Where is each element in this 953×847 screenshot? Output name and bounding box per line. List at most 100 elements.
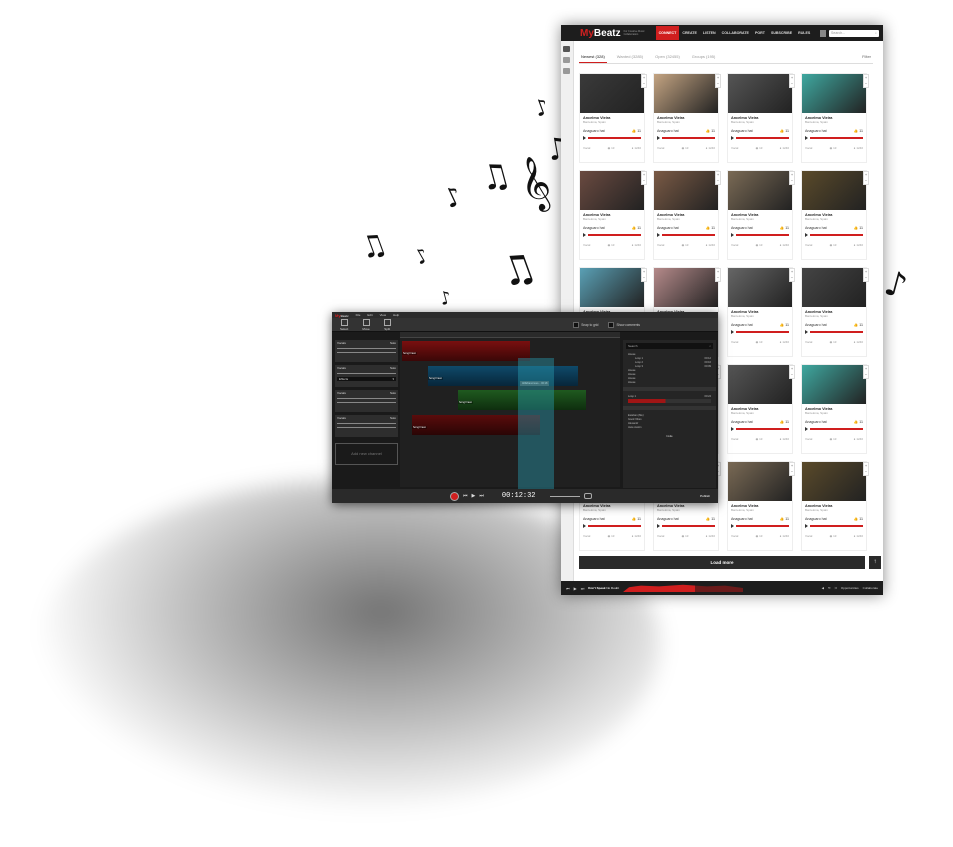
card-progress-bar[interactable] [731, 136, 789, 140]
card-progress-bar[interactable] [805, 136, 863, 140]
volume-slider[interactable] [337, 373, 396, 374]
add-channel-button[interactable]: Add new channel [335, 443, 398, 465]
card-thumbnail[interactable] [654, 74, 718, 113]
volume-icon[interactable]: ◀ [822, 586, 824, 590]
like-count[interactable]: 👍 11 [632, 517, 641, 521]
card-progress-bar[interactable] [731, 427, 789, 431]
card-progress-bar[interactable] [657, 233, 715, 237]
card-progress-bar[interactable] [583, 233, 641, 237]
card-actions[interactable]: +− [863, 365, 869, 379]
pan-slider[interactable] [337, 427, 396, 428]
card-thumbnail[interactable] [728, 365, 792, 404]
card-actions[interactable]: +− [715, 74, 721, 88]
channel-strip[interactable]: Vocals Solo Effects ▾ [335, 365, 398, 387]
card-actions[interactable]: +− [789, 74, 795, 88]
selection-range[interactable] [518, 358, 554, 503]
card-thumbnail[interactable] [802, 268, 866, 307]
project-card[interactable]: +−Ancelmo VieiraBarcelona, SpainAnaguaro… [579, 170, 647, 260]
card-progress-bar[interactable] [731, 233, 789, 237]
publish-button[interactable]: Publish [700, 494, 710, 498]
card-actions[interactable]: +− [789, 171, 795, 185]
opportunities-link[interactable]: Opportunities [841, 586, 859, 590]
collaborate-link[interactable]: Collaborate [863, 586, 878, 590]
solo-button[interactable]: Solo [390, 341, 396, 345]
card-actions[interactable]: +− [789, 462, 795, 476]
filter-dropdown[interactable]: Filter [860, 51, 873, 63]
project-card[interactable]: +−Ancelmo VieiraBarcelona, SpainAnaguaro… [801, 170, 869, 260]
card-thumbnail[interactable] [654, 268, 718, 307]
card-thumbnail[interactable] [580, 268, 644, 307]
project-card[interactable]: +−Ancelmo VieiraBarcelona, SpainAnaguaro… [653, 73, 721, 163]
like-count[interactable]: 👍 11 [780, 323, 789, 327]
effects-select[interactable]: Effects ▾ [337, 377, 396, 381]
solo-button[interactable]: Solo [390, 366, 396, 370]
like-count[interactable]: 👍 11 [632, 226, 641, 230]
card-thumbnail[interactable] [728, 171, 792, 210]
card-thumbnail[interactable] [802, 462, 866, 501]
panel-toggle-icon[interactable] [563, 46, 570, 52]
tab-newest[interactable]: Newest (328) [579, 51, 607, 63]
site-logo[interactable]: MyBeatz [580, 28, 621, 39]
repeat-icon[interactable]: ⟲ [828, 586, 831, 590]
card-thumbnail[interactable] [728, 268, 792, 307]
card-progress-bar[interactable] [805, 233, 863, 237]
invite-button[interactable]: Invite [623, 435, 716, 438]
card-actions[interactable]: +− [789, 268, 795, 282]
card-thumbnail[interactable] [728, 462, 792, 501]
volume-slider[interactable] [337, 348, 396, 349]
project-card[interactable]: +−Ancelmo VieiraBarcelona, SpainAnaguaro… [727, 461, 795, 551]
project-card[interactable]: +−Ancelmo VieiraBarcelona, SpainAnaguaro… [579, 73, 647, 163]
card-actions[interactable]: +− [641, 268, 647, 282]
project-card[interactable]: +−Ancelmo VieiraBarcelona, SpainAnaguaro… [801, 364, 869, 454]
like-count[interactable]: 👍 11 [854, 129, 863, 133]
project-card[interactable]: +−Ancelmo VieiraBarcelona, SpainAnaguaro… [801, 461, 869, 551]
project-card[interactable]: +−Ancelmo VieiraBarcelona, SpainAnaguaro… [727, 73, 795, 163]
nav-rules[interactable]: RULES [795, 26, 813, 40]
project-card[interactable]: +−Ancelmo VieiraBarcelona, SpainAnaguaro… [801, 73, 869, 163]
zoom-slider[interactable] [549, 495, 580, 497]
split-tool-button[interactable]: Split [383, 318, 391, 331]
shuffle-icon[interactable]: ⤨ [834, 586, 836, 590]
channel-strip[interactable]: Vocals Solo [335, 415, 398, 437]
like-count[interactable]: 👍 11 [854, 226, 863, 230]
solo-button[interactable]: Solo [390, 416, 396, 420]
loop-icon[interactable] [583, 493, 592, 499]
card-actions[interactable]: +− [863, 74, 869, 88]
card-progress-bar[interactable] [731, 330, 789, 334]
previous-icon[interactable]: ⏮ [566, 586, 570, 591]
nav-subscribe[interactable]: SUBSCRIBE [768, 26, 795, 40]
card-progress-bar[interactable] [657, 136, 715, 140]
card-actions[interactable]: +− [715, 268, 721, 282]
card-progress-bar[interactable] [583, 524, 641, 528]
loop-waveform[interactable] [628, 399, 711, 403]
card-actions[interactable]: +− [641, 74, 647, 88]
nav-listen[interactable]: LISTEN [700, 26, 719, 40]
card-thumbnail[interactable] [728, 74, 792, 113]
play-icon[interactable]: ▶ [472, 493, 476, 499]
like-count[interactable]: 👍 11 [780, 129, 789, 133]
card-thumbnail[interactable] [802, 365, 866, 404]
like-count[interactable]: 👍 11 [780, 420, 789, 424]
snap-to-grid-checkbox[interactable]: Snap to grid [573, 321, 598, 328]
card-actions[interactable]: +− [863, 171, 869, 185]
card-progress-bar[interactable] [731, 524, 789, 528]
volume-slider[interactable] [337, 398, 396, 399]
select-tool-button[interactable]: Select [340, 318, 348, 331]
library-search-input[interactable]: Search ⌕ [626, 343, 713, 349]
scroll-to-top-button[interactable]: ↑ [869, 556, 881, 569]
nav-create[interactable]: CREATE [679, 26, 700, 40]
fast-forward-icon[interactable]: ⏭ [479, 493, 484, 499]
card-actions[interactable]: +− [641, 171, 647, 185]
like-count[interactable]: 👍 11 [854, 323, 863, 327]
next-icon[interactable]: ⏭ [581, 586, 585, 591]
user-avatar[interactable] [820, 29, 827, 37]
tab-wanted[interactable]: Wanted (3285) [615, 51, 645, 63]
record-button[interactable] [450, 491, 459, 501]
card-actions[interactable]: +− [863, 268, 869, 282]
card-progress-bar[interactable] [583, 136, 641, 140]
card-thumbnail[interactable] [802, 74, 866, 113]
like-count[interactable]: 👍 11 [632, 129, 641, 133]
notification-icon[interactable] [563, 57, 570, 63]
like-count[interactable]: 👍 11 [780, 226, 789, 230]
project-card[interactable]: +−Ancelmo VieiraBarcelona, SpainAnaguaro… [727, 170, 795, 260]
